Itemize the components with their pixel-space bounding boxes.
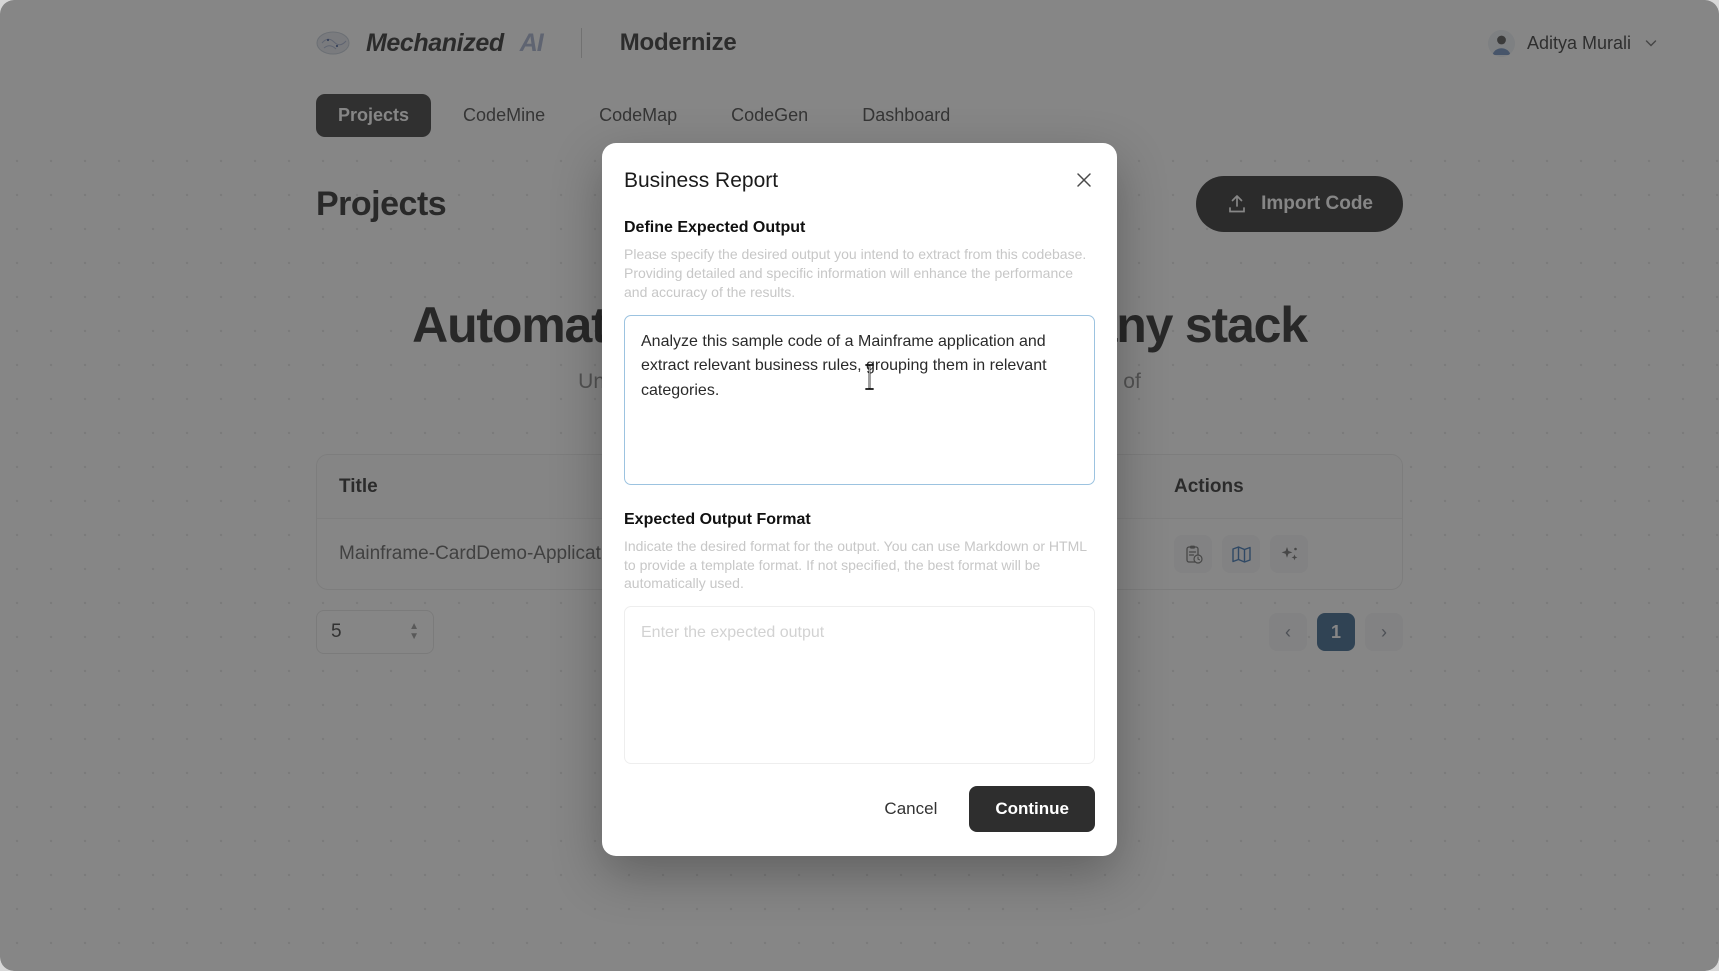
business-report-dialog: Business Report Define Expected Output P… [602, 143, 1117, 857]
output-format-textarea[interactable]: Enter the expected output [624, 606, 1095, 765]
expected-output-textarea[interactable]: Analyze this sample code of a Mainframe … [624, 314, 1095, 485]
continue-button[interactable]: Continue [969, 786, 1095, 833]
output-format-description: Indicate the desired format for the outp… [624, 537, 1087, 592]
define-expected-output-section: Define Expected Output Please specify th… [624, 219, 1095, 485]
define-output-description: Please specify the desired output you in… [624, 246, 1087, 300]
modal-overlay[interactable]: Business Report Define Expected Output P… [0, 0, 1719, 971]
dialog-header: Business Report [624, 169, 1095, 193]
dialog-footer: Cancel Continue [624, 786, 1095, 833]
cancel-button[interactable]: Cancel [862, 787, 959, 831]
browser-window: Mechanized AI Modernize Aditya Murali Pr [0, 0, 1719, 971]
output-format-label: Expected Output Format [624, 510, 811, 528]
close-icon[interactable] [1073, 169, 1095, 191]
dialog-title: Business Report [624, 169, 779, 192]
define-output-label: Define Expected Output [624, 219, 806, 236]
output-format-placeholder: Enter the expected output [641, 624, 825, 642]
screen: Mechanized AI Modernize Aditya Murali Pr [0, 0, 1719, 971]
expected-output-format-section: Expected Output Format Indicate the desi… [624, 511, 1095, 765]
expected-output-value: Analyze this sample code of a Mainframe … [641, 332, 1047, 400]
